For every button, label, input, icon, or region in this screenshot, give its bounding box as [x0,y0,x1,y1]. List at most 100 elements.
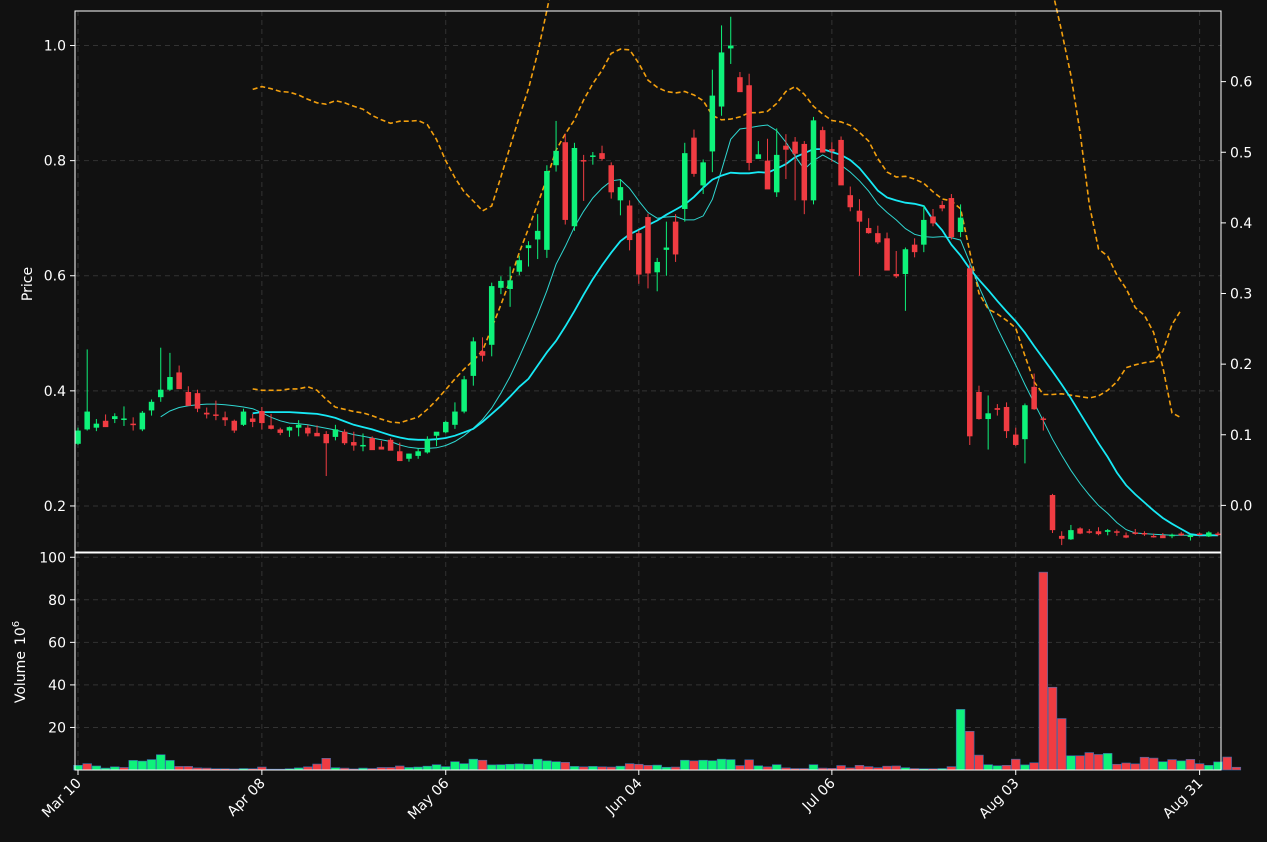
candle-body [525,245,532,249]
volume-bar [523,763,534,771]
candle-body [203,412,210,415]
volume-bar [652,764,662,771]
volume-bar [680,759,690,771]
x-tick-label: May 06 [405,775,453,823]
candle-body [194,393,201,409]
candle-body [580,160,587,162]
volume-bar [1020,764,1030,771]
volume-axis-label-multiplier: 10 [13,627,29,645]
candle-body [819,130,826,153]
volume-bar [468,758,478,771]
candle-body [865,227,872,234]
x-tick-label: Aug 31 [1160,776,1206,822]
volume-bar [1148,757,1159,771]
candle-body [1123,535,1129,538]
volume-bar [1103,753,1113,771]
volume-axis-label-exponent: 6 [11,621,22,627]
volume-bar [836,765,846,771]
volume-bar [1139,756,1150,771]
candle-body [286,427,293,431]
candle-body [268,425,274,429]
x-tick-label: Apr 08 [225,776,269,820]
candle-body [240,411,247,425]
candle-body [1104,530,1111,532]
candle-body [1003,406,1010,432]
x-tick-label: Aug 03 [976,776,1022,822]
volume-bar [588,766,598,771]
volume-tick-label: 80 [48,593,66,609]
volume-tick-label: 100 [39,550,66,566]
price-tick-label: 0.6 [44,269,66,285]
candle-body [167,377,173,390]
volume-bar [891,765,901,771]
volume-bar [1194,763,1205,771]
candle-body [590,155,596,157]
volume-bar [1222,756,1232,771]
candle-body [222,417,228,421]
volume-bar [882,765,892,771]
candle-body [562,142,569,220]
volume-bar [946,766,957,771]
candle-body [295,424,302,428]
volume-bar [505,763,515,771]
candle-body [397,451,403,462]
volume-tick-label: 40 [48,678,66,694]
candle-body [1150,535,1157,538]
candle-body [231,420,238,431]
candle-body [718,52,725,107]
volume-bar [965,730,975,771]
volume-bar [496,764,506,771]
candle-body [479,351,486,356]
candle-body [1012,434,1019,445]
volume-bar [634,763,644,771]
candle-body [259,410,265,424]
volume-bar [450,761,460,771]
candle-body [856,210,863,222]
candle-body [1132,532,1139,534]
candle-body [369,438,375,451]
volume-tick-label: 60 [48,635,66,651]
candle-body [1187,535,1194,538]
candle-body [838,139,844,186]
candle-body [884,238,890,271]
candle-body [157,389,164,398]
candle-body [626,205,633,241]
candle-body [893,274,899,277]
candle-body [663,247,670,250]
price-tick-label: 0.2 [44,499,66,515]
candle-body [801,143,808,201]
volume-bar [128,760,138,771]
volume-axis-label: Volume 106 [11,621,29,703]
candle-body [323,434,329,444]
volume-bar [716,758,727,771]
volume-tick-label: 20 [48,720,66,736]
candle-body [185,392,192,406]
candle-body [957,217,964,233]
price-tick-label: 1.0 [44,39,66,55]
candle-body [277,429,284,433]
candle-body [939,204,945,209]
candle-body [332,429,339,437]
candle-body [599,153,605,159]
candle-body [415,451,421,456]
candle-body [314,432,320,437]
candle-body [75,430,81,444]
volume-bar [146,759,157,771]
candle-body [148,401,155,411]
volume-bar [533,758,543,771]
volume-bar [974,754,984,771]
candle-body [442,421,449,433]
candle-body [976,392,982,420]
volume-bar [726,759,736,771]
volume-bar [422,765,433,771]
price-axis-label: Price [20,267,36,301]
secondary-tick-label: 0.1 [1230,428,1252,444]
candle-body [1068,530,1074,540]
volume-bar [431,764,442,771]
candle-body [672,221,679,255]
candle-body [351,442,357,446]
volume-bar [1121,762,1131,771]
candle-body [930,216,936,224]
moving-average-lines [160,124,1218,537]
candle-body [994,408,1001,410]
